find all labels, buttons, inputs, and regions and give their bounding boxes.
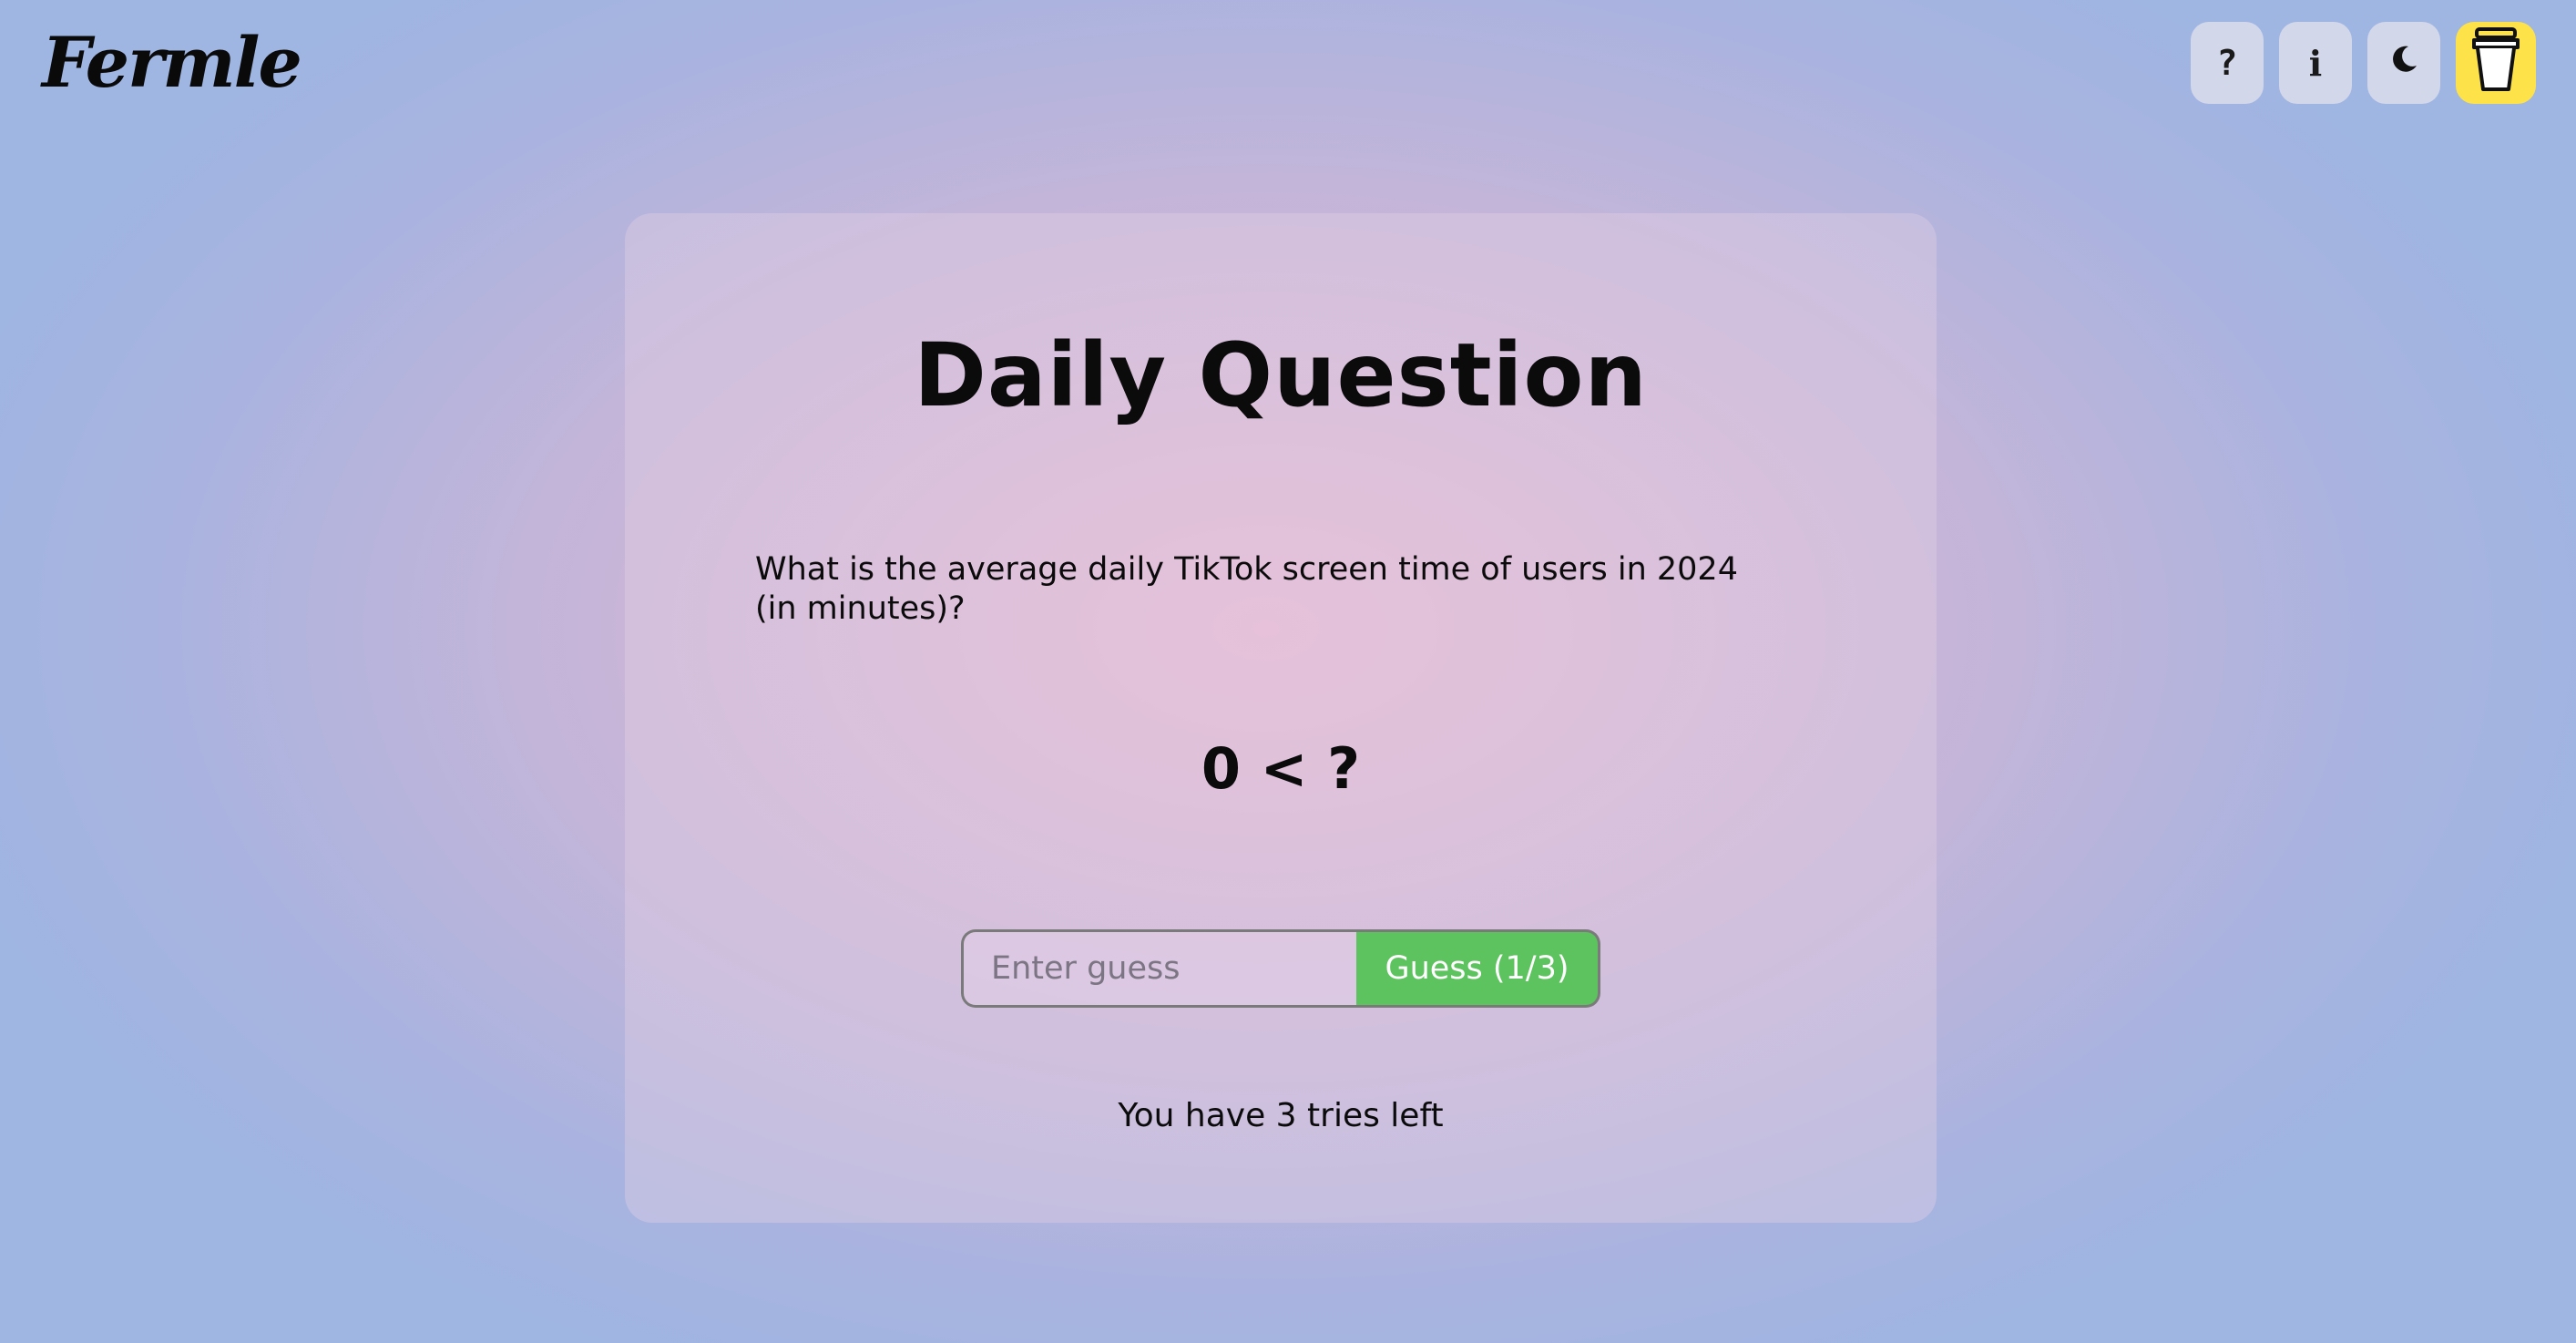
guess-form: Guess (1/3) — [961, 929, 1600, 1008]
card-title: Daily Question — [914, 324, 1648, 426]
info-button[interactable]: i — [2279, 22, 2352, 104]
coffee-cup-icon — [2470, 25, 2521, 102]
info-icon: i — [2308, 42, 2323, 84]
moon-icon — [2388, 43, 2419, 83]
tries-remaining: You have 3 tries left — [1118, 1097, 1444, 1134]
header-toolbar: ? i — [2191, 22, 2536, 104]
guess-button[interactable]: Guess (1/3) — [1356, 929, 1600, 1008]
question-text: What is the average daily TikTok screen … — [755, 551, 1738, 627]
help-button[interactable]: ? — [2191, 22, 2264, 104]
guess-input[interactable] — [961, 929, 1356, 1008]
range-hint: 0 < ? — [1201, 735, 1361, 802]
app-logo[interactable]: Fermle — [42, 13, 302, 113]
question-mark-icon: ? — [2216, 43, 2238, 83]
dark-mode-button[interactable] — [2367, 22, 2440, 104]
question-card: Daily Question What is the average daily… — [625, 213, 1937, 1223]
coffee-button[interactable] — [2456, 22, 2536, 104]
